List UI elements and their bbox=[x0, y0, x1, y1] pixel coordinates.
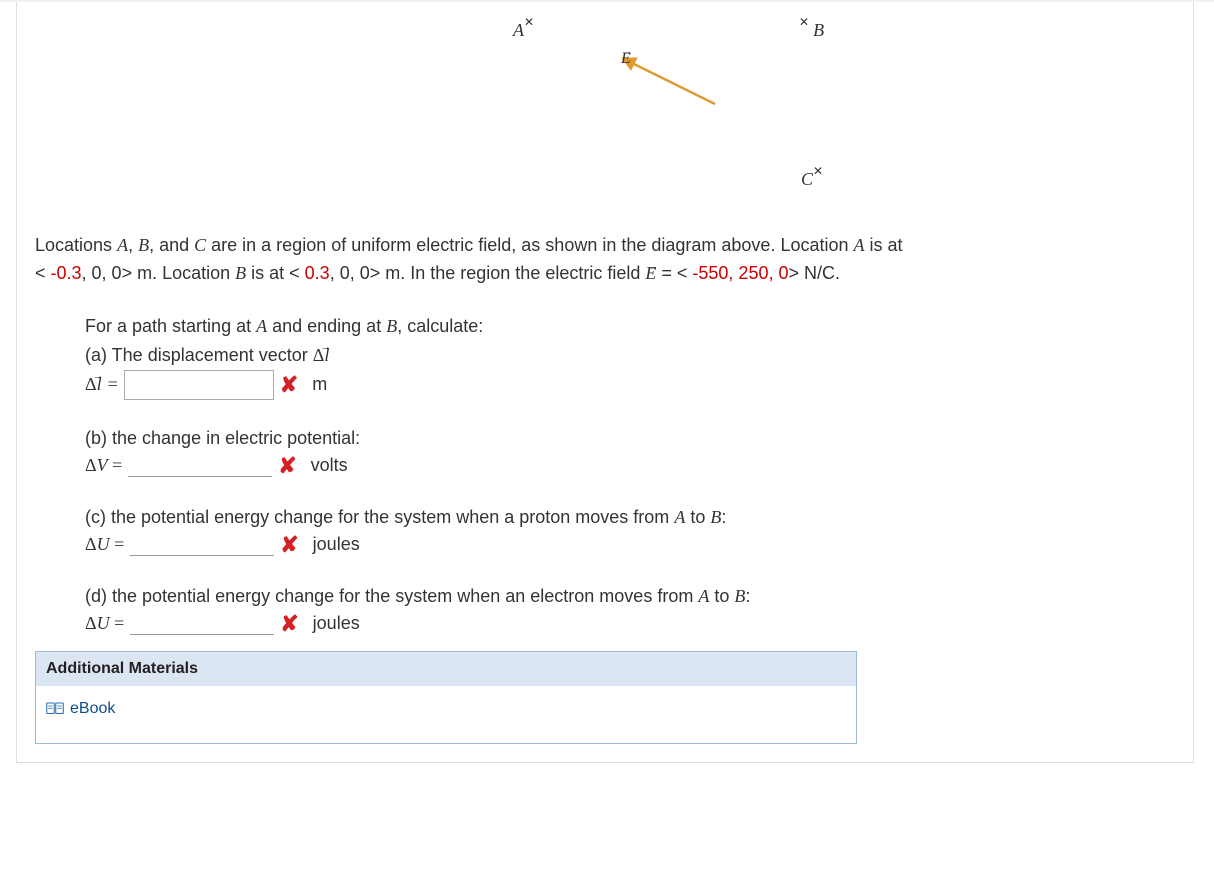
diagram: A✕ ✕B C✕ →E bbox=[35, 14, 1175, 214]
part-d-answer-row: ΔU = ✘ joules bbox=[85, 611, 1155, 637]
e-vector-label: →E bbox=[621, 50, 631, 68]
sub-questions: For a path starting at A and ending at B… bbox=[85, 316, 1155, 637]
part-b-answer-row: ΔV = ✘ volts bbox=[85, 453, 1155, 479]
additional-materials-header: Additional Materials bbox=[36, 652, 856, 686]
unit-label: volts bbox=[311, 455, 348, 476]
part-a-answer-row: Δl→ = ✘ m bbox=[85, 370, 1155, 400]
point-C-label: C✕ bbox=[801, 169, 823, 190]
additional-materials-panel: Additional Materials eBook bbox=[35, 651, 857, 744]
wrong-icon: ✘ bbox=[280, 372, 298, 398]
part-c-answer-row: ΔU = ✘ joules bbox=[85, 532, 1155, 558]
point-A-label: A✕ bbox=[513, 20, 534, 41]
problem-text: Locations A, B, and C are in a region of… bbox=[35, 232, 1175, 288]
unit-label: joules bbox=[313, 613, 360, 634]
ebook-link[interactable]: eBook bbox=[46, 700, 115, 718]
wrong-icon: ✘ bbox=[278, 453, 296, 479]
point-B-label: ✕B bbox=[803, 20, 824, 41]
book-icon bbox=[46, 702, 64, 716]
unit-label: m bbox=[312, 374, 327, 395]
e-vector-arrow-icon bbox=[615, 54, 735, 114]
wrong-icon: ✘ bbox=[280, 532, 298, 558]
answer-d-input[interactable] bbox=[130, 612, 274, 635]
wrong-icon: ✘ bbox=[280, 611, 298, 637]
point-C-x-icon: ✕ bbox=[813, 164, 823, 178]
question-container: A✕ ✕B C✕ →E Locations A, B, bbox=[16, 2, 1194, 763]
unit-label: joules bbox=[313, 534, 360, 555]
answer-a-input[interactable] bbox=[124, 370, 274, 400]
point-B-x-icon: ✕ bbox=[799, 15, 809, 29]
answer-b-input[interactable] bbox=[128, 454, 272, 477]
point-A-x-icon: ✕ bbox=[524, 15, 534, 29]
answer-c-input[interactable] bbox=[130, 533, 274, 556]
ebook-label: eBook bbox=[70, 700, 115, 718]
